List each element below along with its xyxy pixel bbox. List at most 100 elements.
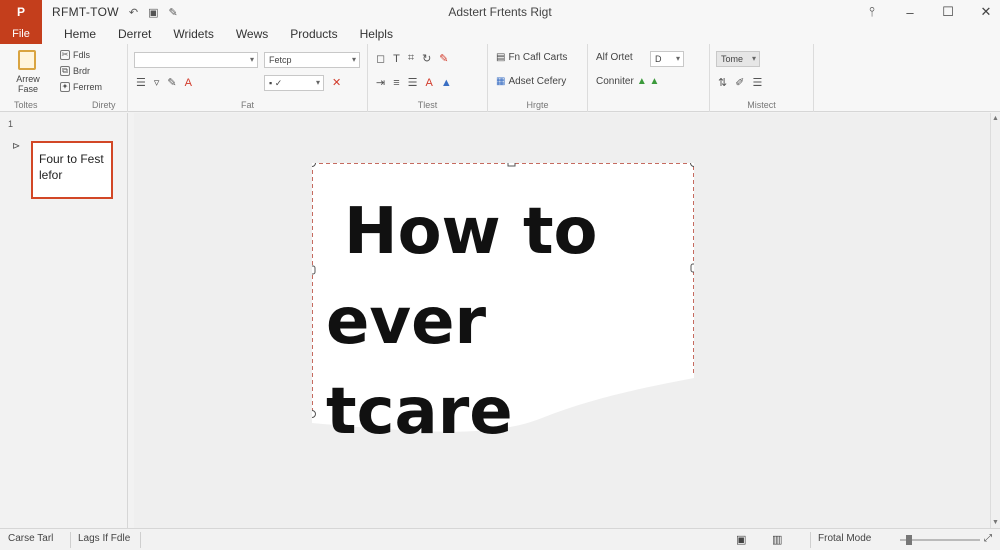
status-separator [70,532,71,548]
align-icon[interactable]: ☰ [408,76,418,89]
ribbon-tabs: File Heme Derret Wridets Wews Products H… [0,24,1000,44]
font-group: ▾ Fetcp ▾ ☰ ▿ ✎ A ▪ ✓ ▾ ✕ Fat [128,44,368,112]
slide-number: 1 [8,119,14,129]
clipboard-group: Arrew Fase ✂ Fdls ⧉ Brdr ✦ Ferrem Toltes… [0,44,128,112]
status-language[interactable]: Lags If Fdle [78,533,130,544]
pen-icon[interactable]: ✎ [168,6,177,19]
minimize-icon[interactable]: – [902,5,918,20]
chevron-down-icon: ▾ [315,78,320,87]
font-size-select[interactable]: Fetcp ▾ [264,52,360,68]
vertical-scrollbar[interactable]: ▲ ▼ [990,113,1000,528]
slide-thumbnail[interactable]: Four to Fest lefor [31,141,113,199]
arrange-group: ▤ Fn Cafl Carts ▦ Adset Cefery Hrgte [488,44,588,112]
zoom-slider-thumb[interactable] [906,535,912,545]
font-color-icon[interactable]: A [185,77,192,89]
cut-icon: ✂ [60,50,70,60]
scroll-down-icon[interactable]: ▼ [992,519,999,526]
window-controls: ⫯ – ☐ ✕ [864,0,994,24]
tab-design[interactable]: Wridets [173,27,213,41]
tome-select[interactable]: Tome ▾ [716,51,760,67]
format-painter-button[interactable]: ✦ Ferrem [60,82,102,92]
list-icon[interactable]: ☰ [752,76,762,89]
shapes-icon: ▲ ▲ [636,76,660,87]
crop-icon[interactable]: ⌗ [408,52,414,65]
drop-icon[interactable]: ▲ [441,77,452,89]
status-bar: Carse Tarl Lags If Fdle ▣ ▥ Frotal Mode … [0,528,1000,550]
copy-button[interactable]: ⧉ Brdr [60,66,90,76]
view-mode-label[interactable]: Frotal Mode [818,533,871,544]
resize-handle-left [312,265,316,275]
tab-file[interactable]: File [0,24,42,44]
slide-text-line-1: How to [344,195,598,269]
paste-button-label[interactable]: Arrew Fase [8,74,48,94]
text-color-icon[interactable]: A [426,77,433,89]
text-icon[interactable]: T [393,53,400,65]
alignment-group: Alf Ortet D ▾ Conniter ▲ ▲ [588,44,710,112]
align-value-select[interactable]: D ▾ [650,51,684,67]
slide-pointer-icon: ⊳ [12,141,21,152]
title-bar: P RFMT-TOW ↶ ▣ ✎ Adstert Frtents Rigt ⫯ … [0,0,1000,24]
font-name-select[interactable]: ▾ [134,52,258,68]
status-separator [810,532,811,548]
tlest-group: ◻ T ⌗ ↻ ✎ ⇥ ≡ ☰ A ▲ Tlest [368,44,488,112]
ribbon: Arrew Fase ✂ Fdls ⧉ Brdr ✦ Ferrem Toltes… [0,44,1000,112]
chevron-down-icon: ▾ [351,55,356,64]
ribbon-options-icon[interactable]: ⫯ [864,4,880,20]
tab-help[interactable]: Helpls [360,27,393,41]
arrange-button-1[interactable]: ▤ Fn Cafl Carts [496,52,567,63]
resize-handle-bottom-left [312,410,316,418]
rotate-icon[interactable]: ↻ [422,52,431,65]
slide-title-text[interactable]: How to ever tcare [326,187,686,457]
tab-view[interactable]: Wews [236,27,268,41]
normal-view-icon[interactable]: ▣ [736,533,746,546]
shape-icon[interactable]: ◻ [376,52,385,65]
status-separator [140,532,141,548]
brush-icon[interactable]: ✐ [735,76,744,89]
zoom-slider[interactable] [900,539,980,541]
thumbnail-text: Four to Fest lefor [39,152,104,182]
tlest-group-label: Tlest [417,100,438,110]
clipboard-group-label-2: Direty [92,100,116,110]
chevron-down-icon: ▾ [751,54,756,63]
highlight-icon[interactable]: ✎ [167,76,176,89]
mistect-group: Tome ▾ ⇅ ✐ ☰ Mistect [710,44,814,112]
connector-button[interactable]: Conniter ▲ ▲ [596,76,659,87]
save-icon[interactable]: ▣ [148,6,158,19]
slide-thumbnail-pane: 1 ⊳ Four to Fest lefor [0,113,128,528]
fit-slide-icon[interactable]: ⤢ [984,533,992,544]
undo-icon[interactable]: ↶ [129,6,138,19]
font-group-label: Fat [240,100,254,110]
chevron-down-icon: ▾ [249,55,254,64]
chevron-down-icon: ▾ [675,54,680,63]
cut-button[interactable]: ✂ Fdls [60,50,90,60]
mistect-group-label: Mistect [747,100,776,110]
slide-text-line-2: ever tcare [326,285,513,449]
marker-icon[interactable]: ✎ [439,52,448,65]
scroll-up-icon[interactable]: ▲ [992,115,999,122]
close-icon[interactable]: ✕ [978,4,994,20]
paste-icon[interactable] [18,50,36,70]
arrange-group-label: Hrgte [526,100,549,110]
line-spacing-icon[interactable]: ≡ [393,77,399,89]
clear-format-icon[interactable]: ✕ [332,76,341,89]
maximize-icon[interactable]: ☐ [940,4,956,20]
fill-swatch-icon: ▪ ✓ [269,78,283,88]
reading-view-icon[interactable]: ▥ [772,533,782,546]
text-shape[interactable]: How to ever tcare [312,163,694,449]
status-slide-info: Carse Tarl [8,533,54,544]
style-select[interactable]: ▪ ✓ ▾ [264,75,324,91]
tab-products[interactable]: Products [290,27,337,41]
arrange-button-2[interactable]: ▦ Adset Cefery [496,76,566,87]
bullets-icon[interactable]: ☰ [136,76,146,89]
app-logo: P [0,0,42,24]
align-text-button[interactable]: Alf Ortet [596,52,633,63]
resize-handle-top [507,163,516,167]
resize-handle-right [690,263,694,273]
picture-icon: ▦ [496,76,506,87]
indent-icon[interactable]: ⇥ [376,76,385,89]
document-name: RFMT-TOW [52,5,119,19]
tab-home[interactable]: Heme [64,27,96,41]
sort-icon[interactable]: ⇅ [718,76,727,89]
filter-icon[interactable]: ▿ [154,76,160,89]
tab-insert[interactable]: Derret [118,27,151,41]
